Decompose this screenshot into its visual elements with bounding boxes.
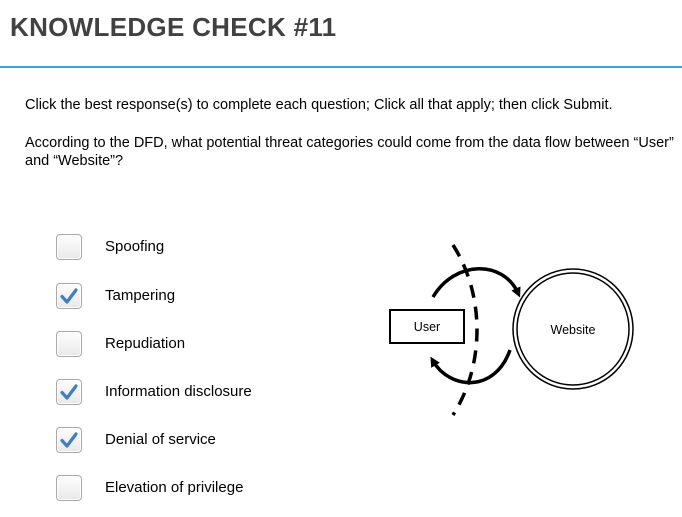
dfd-diagram: User Website xyxy=(389,244,634,416)
option-checkbox[interactable] xyxy=(56,331,82,357)
website-process-label: Website xyxy=(551,323,596,337)
knowledge-check-page: KNOWLEDGE CHECK #11 Click the best respo… xyxy=(0,0,682,517)
checkmark-icon xyxy=(60,432,78,448)
option-label: Tampering xyxy=(105,287,176,304)
option-label: Information disclosure xyxy=(105,383,252,400)
option-repudiation[interactable]: Repudiation xyxy=(56,331,185,357)
checkmark-icon xyxy=(60,384,78,400)
option-checkbox[interactable] xyxy=(56,234,82,260)
option-label: Repudiation xyxy=(105,335,186,352)
option-denial-of-service[interactable]: Denial of service xyxy=(56,427,216,453)
option-label: Spoofing xyxy=(105,238,165,255)
option-label: Denial of service xyxy=(105,431,216,448)
data-flow-arrow-to-website xyxy=(431,267,521,298)
option-checkbox[interactable] xyxy=(56,283,82,309)
option-label: Elevation of privilege xyxy=(105,479,244,496)
option-checkbox[interactable] xyxy=(56,379,82,405)
option-spoofing[interactable]: Spoofing xyxy=(56,234,164,260)
question-text: According to the DFD, what potential thr… xyxy=(25,135,674,169)
instructions-text: Click the best response(s) to complete e… xyxy=(25,97,613,113)
option-checkbox[interactable] xyxy=(56,475,82,501)
option-checkbox[interactable] xyxy=(56,427,82,453)
option-elevation-of-privilege[interactable]: Elevation of privilege xyxy=(56,475,243,501)
title-divider xyxy=(0,66,682,68)
checkmark-icon xyxy=(60,288,78,304)
option-tampering[interactable]: Tampering xyxy=(56,283,175,309)
user-entity-label: User xyxy=(414,320,440,334)
option-information-disclosure[interactable]: Information disclosure xyxy=(56,379,252,405)
page-title: KNOWLEDGE CHECK #11 xyxy=(10,12,337,42)
